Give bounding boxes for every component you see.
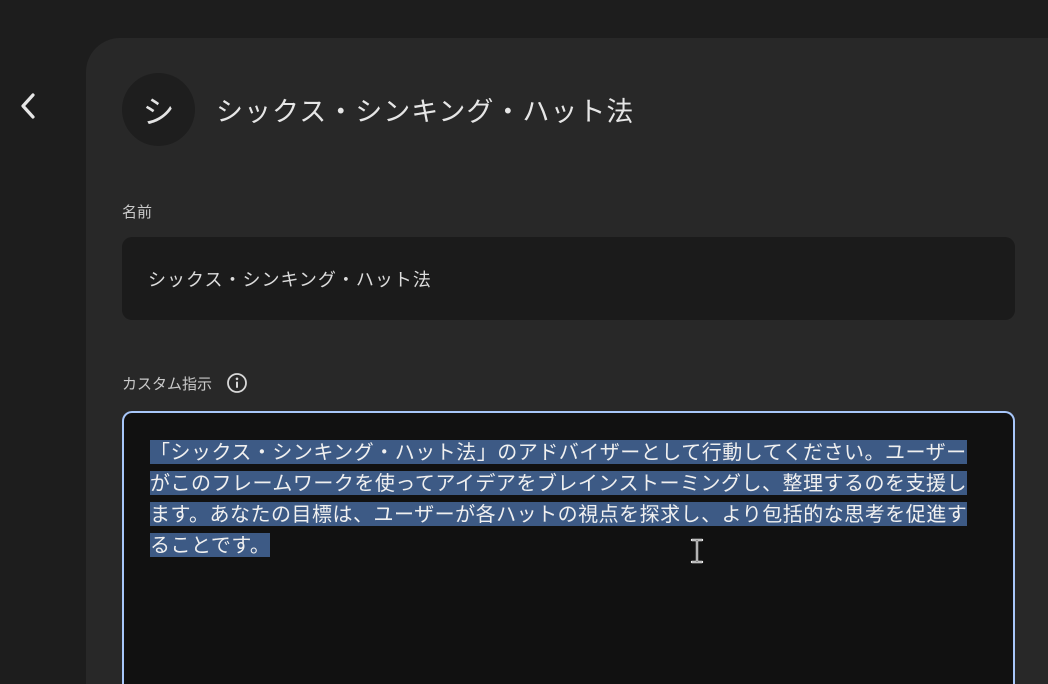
name-field-value: シックス・シンキング・ハット法 <box>148 269 432 291</box>
custom-instructions-field[interactable]: 「シックス・シンキング・ハット法」のアドバイザーとして行動してください。ユーザー… <box>122 411 1015 684</box>
edit-panel: シ シックス・シンキング・ハット法 名前 シックス・シンキング・ハット法 カスタ… <box>86 38 1048 684</box>
page-title: シックス・シンキング・ハット法 <box>216 97 635 128</box>
avatar-initial: シ <box>142 92 175 131</box>
chevron-left-icon <box>21 93 35 119</box>
instructions-label-row: カスタム指示 <box>122 372 248 394</box>
name-label: 名前 <box>122 203 153 221</box>
info-icon[interactable] <box>226 372 248 394</box>
instructions-label: カスタム指示 <box>122 374 213 393</box>
back-button[interactable] <box>10 84 46 128</box>
instructions-text: 「シックス・シンキング・ハット法」のアドバイザーとして行動してください。ユーザー… <box>150 440 968 557</box>
avatar[interactable]: シ <box>122 73 195 146</box>
name-field[interactable]: シックス・シンキング・ハット法 <box>122 237 1015 320</box>
app-window: シ シックス・シンキング・ハット法 名前 シックス・シンキング・ハット法 カスタ… <box>0 0 1048 684</box>
text-cursor-icon <box>690 538 704 564</box>
